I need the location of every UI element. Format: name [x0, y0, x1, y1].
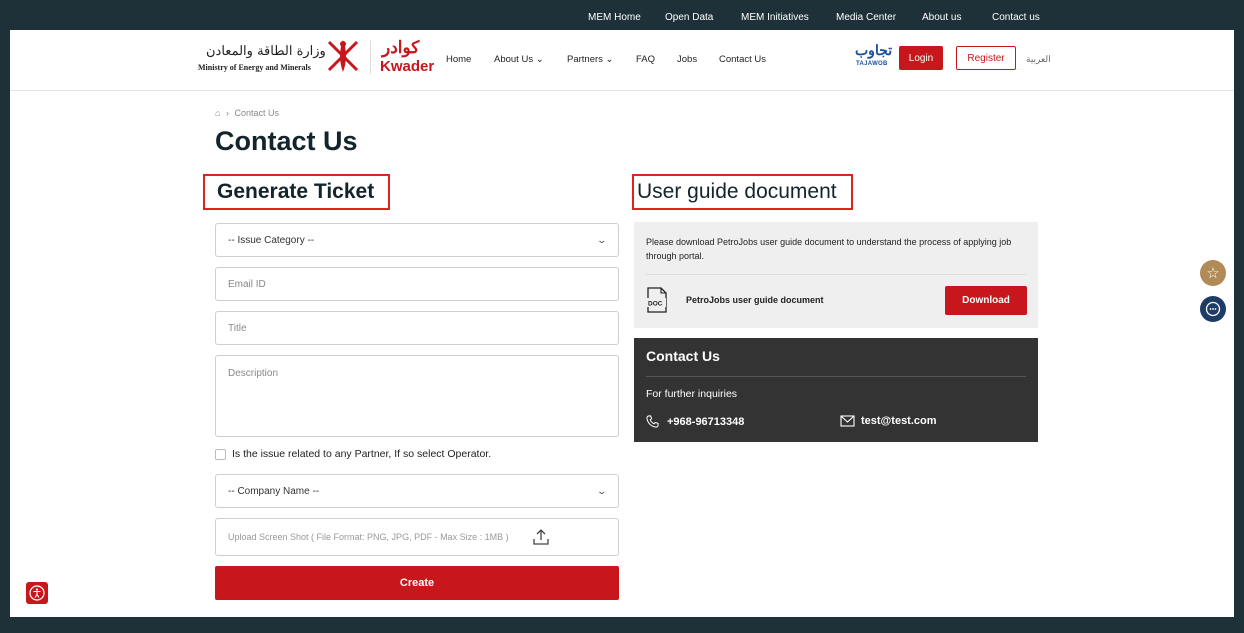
home-icon[interactable]: ⌂: [215, 108, 220, 118]
contact-phone-number: +968-96713348: [667, 415, 745, 428]
contact-phone[interactable]: +968-96713348: [646, 415, 744, 428]
nav-home[interactable]: Home: [446, 54, 471, 65]
contact-panel-title: Contact Us: [646, 348, 720, 364]
contact-email-address: test@test.com: [861, 415, 937, 427]
doc-file-icon: DOC: [646, 287, 667, 313]
title-placeholder: Title: [228, 322, 247, 334]
topbar-link-open-data[interactable]: Open Data: [665, 12, 713, 23]
create-button[interactable]: Create: [215, 566, 619, 600]
top-utility-bar: MEM Home Open Data MEM Initiatives Media…: [10, 8, 1234, 30]
contact-email[interactable]: test@test.com: [840, 415, 937, 427]
accessibility-icon[interactable]: [26, 582, 48, 604]
breadcrumb-separator: ›: [225, 108, 229, 118]
site-header: وزارة الطاقة والمعادن Ministry of Energy…: [10, 30, 1234, 91]
language-switch[interactable]: العربية: [1026, 54, 1051, 65]
user-guide-divider: [646, 274, 1026, 275]
email-placeholder: Email ID: [228, 278, 266, 290]
tajawob-logo-english[interactable]: TAJAWOB: [856, 61, 888, 67]
tajawob-logo-arabic[interactable]: تجاوب: [855, 42, 892, 59]
topbar-link-media-center[interactable]: Media Center: [836, 12, 896, 23]
issue-category-value: -- Issue Category --: [228, 234, 315, 246]
logo-divider: [370, 40, 371, 74]
contact-panel: Contact Us For further inquiries +968-96…: [634, 338, 1038, 442]
upload-screenshot-field[interactable]: Upload Screen Shot ( File Format: PNG, J…: [215, 518, 619, 556]
breadcrumb: ⌂ › Contact Us: [215, 108, 279, 118]
topbar-link-contact-us[interactable]: Contact us: [992, 12, 1040, 23]
topbar-link-mem-initiatives[interactable]: MEM Initiatives: [741, 12, 809, 23]
nav-jobs[interactable]: Jobs: [677, 54, 697, 65]
page: MEM Home Open Data MEM Initiatives Media…: [10, 8, 1234, 617]
issue-category-select[interactable]: -- Issue Category -- ⌄: [215, 223, 619, 257]
title-field[interactable]: Title: [215, 311, 619, 345]
favorite-star-icon[interactable]: ☆: [1200, 260, 1226, 286]
chat-icon[interactable]: [1200, 296, 1226, 322]
login-button[interactable]: Login: [899, 46, 943, 70]
oman-emblem-icon: [327, 40, 359, 72]
download-button[interactable]: Download: [945, 286, 1027, 315]
contact-subtitle: For further inquiries: [646, 388, 738, 400]
page-title: Contact Us: [215, 126, 358, 156]
topbar-link-mem-home[interactable]: MEM Home: [588, 12, 641, 23]
generate-ticket-heading: Generate Ticket: [203, 174, 391, 210]
kwader-logo-arabic[interactable]: كوادر: [382, 38, 419, 58]
nav-about-us[interactable]: About Us ⌄: [494, 54, 544, 65]
kwader-logo-english[interactable]: Kwader: [380, 58, 434, 75]
register-button[interactable]: Register: [956, 46, 1016, 70]
ministry-logo-arabic[interactable]: وزارة الطاقة والمعادن: [206, 44, 326, 59]
partner-checkbox-label[interactable]: Is the issue related to any Partner, If …: [232, 448, 491, 460]
partner-checkbox[interactable]: [215, 448, 226, 460]
upload-icon[interactable]: [531, 527, 551, 547]
ministry-logo-english[interactable]: Ministry of Energy and Minerals: [198, 63, 311, 72]
company-name-select[interactable]: -- Company Name -- ⌄: [215, 474, 619, 508]
user-guide-description: Please download PetroJobs user guide doc…: [646, 237, 1012, 261]
chevron-down-icon: ⌄: [596, 485, 608, 496]
phone-icon: [646, 415, 659, 428]
topbar-link-about-us[interactable]: About us: [922, 12, 961, 23]
chevron-down-icon: ⌄: [596, 234, 608, 245]
nav-partners[interactable]: Partners ⌄: [567, 54, 614, 65]
user-guide-doc-label: PetroJobs user guide document: [686, 295, 824, 305]
breadcrumb-current: Contact Us: [234, 108, 279, 118]
mail-icon: [840, 415, 855, 427]
description-placeholder: Description: [228, 368, 279, 379]
doc-icon-text: DOC: [648, 301, 663, 308]
nav-faq[interactable]: FAQ: [636, 54, 655, 65]
contact-divider: [646, 376, 1026, 377]
email-field[interactable]: Email ID: [215, 267, 619, 301]
upload-placeholder: Upload Screen Shot ( File Format: PNG, J…: [228, 532, 509, 542]
user-guide-heading: User guide document: [632, 174, 853, 210]
user-guide-panel: Please download PetroJobs user guide doc…: [634, 222, 1038, 328]
nav-contact-us[interactable]: Contact Us: [719, 54, 766, 65]
description-field[interactable]: Description: [215, 355, 619, 437]
company-name-value: -- Company Name --: [228, 485, 320, 497]
partner-checkbox-row: Is the issue related to any Partner, If …: [215, 448, 491, 460]
